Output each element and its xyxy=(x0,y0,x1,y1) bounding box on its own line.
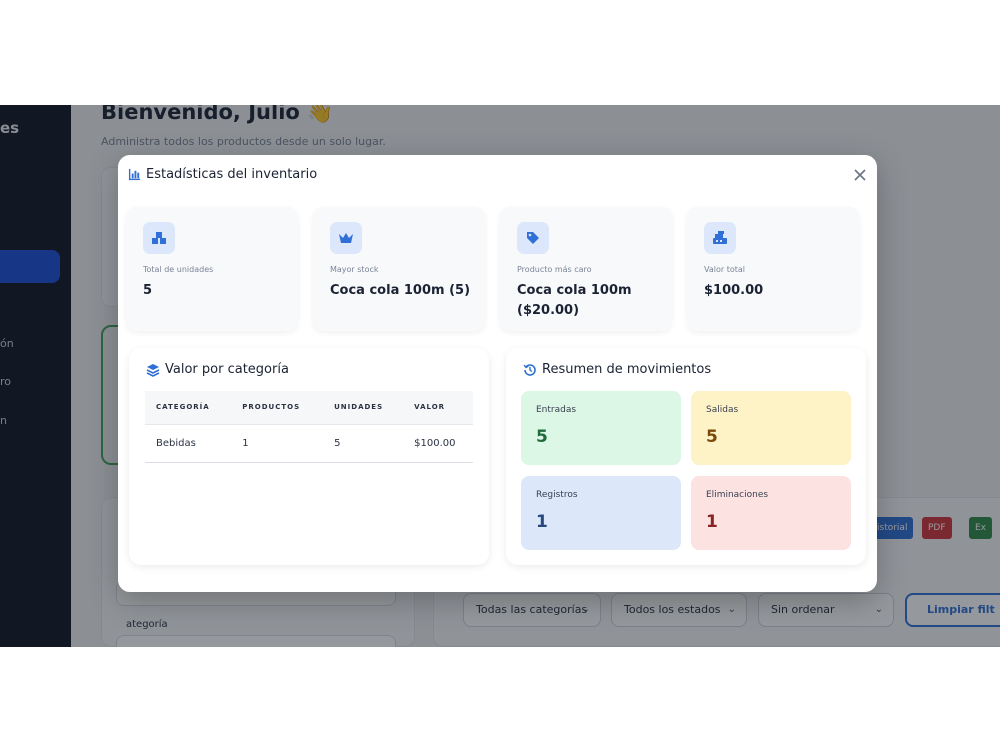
stat-label: Valor total xyxy=(704,265,745,274)
table-cell: 1 xyxy=(231,423,324,463)
crown-icon xyxy=(339,233,353,243)
cash-register-icon xyxy=(713,231,727,244)
movement-card-entradas: Entradas 5 xyxy=(521,391,681,465)
close-icon[interactable] xyxy=(852,167,868,183)
chart-bar-icon xyxy=(128,168,141,181)
stat-label: Total de unidades xyxy=(143,265,214,274)
stat-value: Coca cola 100m ($20.00) xyxy=(517,283,632,318)
column-header: PRODUCTOS xyxy=(231,391,324,424)
movement-card-eliminaciones: Eliminaciones 1 xyxy=(691,476,851,550)
category-table: CATEGORÍA PRODUCTOS UNIDADES VALOR Bebid… xyxy=(145,391,473,463)
movement-label: Salidas xyxy=(706,405,739,415)
movements-panel-title: Resumen de movimientos xyxy=(542,362,712,377)
movements-panel: Resumen de movimientos Entradas 5 Salida… xyxy=(506,348,866,565)
movement-label: Registros xyxy=(536,490,578,500)
stat-card-most-expensive: Producto más caro Coca cola 100m ($20.00… xyxy=(500,207,672,331)
movement-value: 1 xyxy=(706,512,718,532)
movement-card-salidas: Salidas 5 xyxy=(691,391,851,465)
category-panel-title: Valor por categoría xyxy=(165,362,289,377)
stat-card-total-value: Valor total $100.00 xyxy=(687,207,859,331)
modal-title: Estadísticas del inventario xyxy=(146,167,318,182)
table-header-row: CATEGORÍA PRODUCTOS UNIDADES VALOR xyxy=(145,391,473,424)
stat-card-total-units: Total de unidades 5 xyxy=(126,207,298,331)
movement-label: Eliminaciones xyxy=(706,490,769,500)
movements-panel-header: Resumen de movimientos xyxy=(523,362,711,377)
movement-card-registros: Registros 1 xyxy=(521,476,681,550)
modal-header: Estadísticas del inventario xyxy=(128,167,317,182)
stat-label: Producto más caro xyxy=(517,265,592,274)
layers-icon xyxy=(146,363,160,377)
movement-value: 1 xyxy=(536,512,548,532)
boxes-icon xyxy=(152,232,166,244)
stat-value: Coca cola 100m (5) xyxy=(330,283,471,298)
column-header: UNIDADES xyxy=(323,391,404,424)
table-cell: 5 xyxy=(323,423,404,463)
category-value-panel: Valor por categoría CATEGORÍA PRODUCTOS … xyxy=(129,348,489,565)
movement-label: Entradas xyxy=(536,405,577,415)
stat-card-top-stock: Mayor stock Coca cola 100m (5) xyxy=(313,207,485,331)
column-header: CATEGORÍA xyxy=(145,391,232,424)
category-panel-header: Valor por categoría xyxy=(146,362,289,377)
movement-value: 5 xyxy=(536,427,548,447)
table-cell: $100.00 xyxy=(403,423,473,463)
table-row: Bebidas 1 5 $100.00 xyxy=(145,423,473,463)
stat-label: Mayor stock xyxy=(330,265,379,274)
screen: es ón ro n Bienvenido, Julio 👋 Administr… xyxy=(0,0,1000,750)
history-icon xyxy=(523,363,536,376)
stat-value: 5 xyxy=(143,283,153,298)
statistics-modal: Estadísticas del inventario Total de uni… xyxy=(118,155,877,592)
tag-icon xyxy=(527,232,539,244)
table-cell: Bebidas xyxy=(145,423,232,463)
column-header: VALOR xyxy=(403,391,473,424)
stat-value: $100.00 xyxy=(704,283,764,298)
movement-value: 5 xyxy=(706,427,718,447)
